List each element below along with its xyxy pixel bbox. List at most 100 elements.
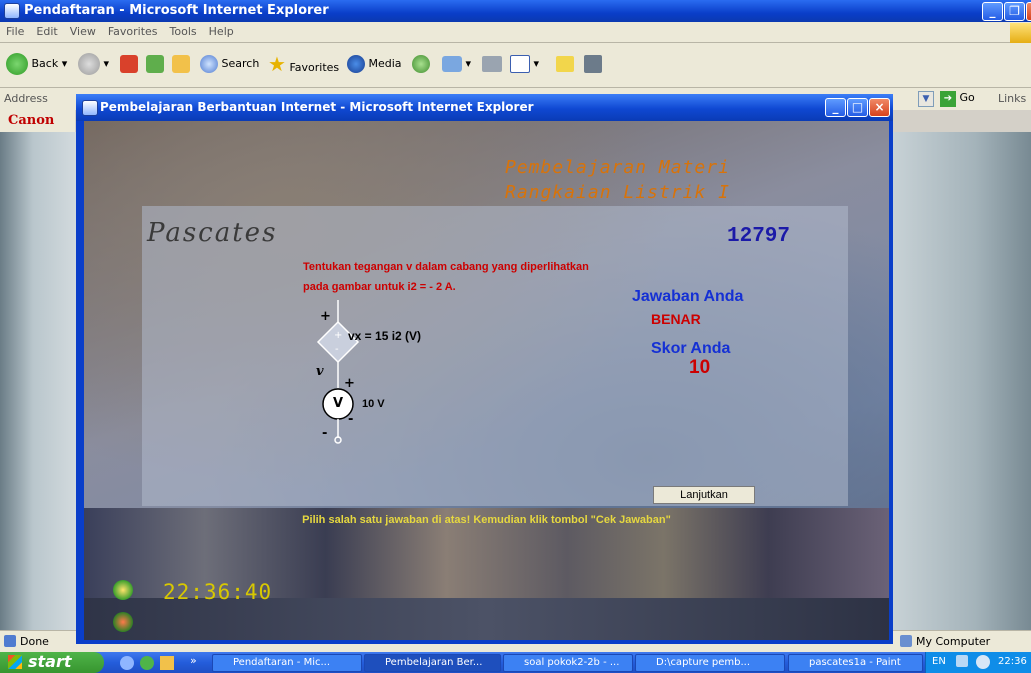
score-value: 10 [689, 357, 711, 378]
print-icon [482, 56, 502, 72]
next-button[interactable]: Lanjutkan [653, 486, 755, 504]
zone-text: My Computer [916, 635, 991, 648]
ie-icon [4, 3, 20, 19]
address-label: Address [4, 92, 48, 105]
menu-help[interactable]: Help [203, 22, 240, 41]
close-icon[interactable]: × [1026, 2, 1031, 21]
menu-tools[interactable]: Tools [164, 22, 203, 41]
dropdown-arrow-icon[interactable]: ▼ [918, 91, 934, 107]
back-arrow-icon [6, 53, 28, 75]
canon-logo: Canon [8, 113, 55, 128]
discuss-button[interactable] [556, 51, 574, 77]
ie-icon [82, 100, 98, 116]
forward-arrow-icon [78, 53, 100, 75]
media-icon [347, 55, 365, 73]
source-symbol: V [333, 396, 344, 411]
page-background-right [892, 132, 1031, 630]
minus-mid: - [348, 412, 354, 427]
lesson-heading-1: Pembelajaran Materi [505, 157, 730, 178]
bottom-bar [84, 598, 889, 640]
taskbar-item-soal[interactable]: soal pokok2-2b - ... [503, 654, 633, 672]
quicklaunch-media-icon[interactable] [140, 656, 154, 670]
start-button[interactable]: start [0, 652, 104, 673]
mail-icon [442, 56, 462, 72]
menu-view[interactable]: View [64, 22, 102, 41]
forward-button[interactable]: ▾ [78, 51, 109, 77]
answer-label: Jawaban Anda [632, 288, 744, 305]
mail-button[interactable]: ▾ [442, 51, 471, 77]
taskbar-item-pendaftaran[interactable]: Pendaftaran - Mic... [212, 654, 362, 672]
outer-window-title: Pendaftaran - Microsoft Internet Explore… [24, 3, 329, 18]
refresh-button[interactable] [146, 51, 164, 77]
search-icon [200, 55, 218, 73]
user-number: 12797 [727, 225, 791, 248]
question-line-2: pada gambar untuk i2 = - 2 A. [303, 281, 456, 293]
diamond-plus: + [334, 330, 343, 341]
taskbar-item-capture[interactable]: D:\capture pemb... [635, 654, 785, 672]
menu-bar: File Edit View Favorites Tools Help [0, 22, 1031, 47]
inner-maximize-icon[interactable]: □ [847, 98, 868, 117]
menu-file[interactable]: File [0, 22, 30, 41]
plus-mid: + [344, 376, 355, 391]
lesson-heading-2: Rangkaian Listrik I [505, 182, 730, 203]
quicklaunch-desktop-icon[interactable] [160, 656, 174, 670]
instruction-text: Pilih salah satu jawaban di atas! Kemudi… [302, 514, 671, 526]
quicklaunch-ie-icon[interactable] [120, 656, 134, 670]
toolbar: Back ▾ ▾ Search ★ Favorites Media ▾ ▾ [0, 43, 1031, 88]
note-icon [556, 56, 574, 72]
section-title: Pascates [147, 218, 278, 248]
edit-button[interactable]: ▾ [510, 51, 539, 77]
dependent-source-label: vx = 15 i2 (V) [348, 329, 422, 343]
word-icon [510, 55, 530, 73]
page-background-left [0, 132, 82, 630]
inner-minimize-icon[interactable]: _ [825, 98, 846, 117]
network-icon[interactable] [956, 655, 968, 667]
system-tray: EN 22:36 [925, 652, 1031, 673]
question-panel [142, 206, 848, 506]
print-button[interactable] [482, 51, 502, 77]
page-icon [4, 635, 16, 647]
history-button[interactable] [412, 51, 430, 77]
go-arrow-icon: ➔ [940, 91, 956, 107]
timer: 22:36:40 [163, 580, 273, 604]
refresh-icon [146, 55, 164, 73]
star-icon: ★ [268, 52, 286, 76]
menu-favorites[interactable]: Favorites [102, 22, 164, 41]
chevron-right-icon[interactable]: » [190, 654, 197, 667]
restore-icon[interactable]: ❐ [1004, 2, 1025, 21]
score-label: Skor Anda [651, 340, 731, 357]
question-line-1: Tentukan tegangan v dalam cabang yang di… [303, 261, 589, 273]
taskbar-item-paint[interactable]: pascates1a - Paint [788, 654, 923, 672]
favorites-button[interactable]: ★ Favorites [268, 51, 339, 77]
go-button[interactable]: ➔ Go [940, 91, 975, 107]
plus-top: + [320, 309, 331, 324]
taskbar-item-pembelajaran[interactable]: Pembelajaran Ber... [364, 654, 501, 672]
menu-edit[interactable]: Edit [30, 22, 63, 41]
inner-window-title: Pembelajaran Berbantuan Internet - Micro… [100, 100, 534, 114]
language-indicator[interactable]: EN [932, 656, 946, 667]
stop-icon [120, 55, 138, 73]
messenger-button[interactable] [584, 51, 602, 77]
stop-button[interactable] [120, 51, 138, 77]
media-button[interactable]: Media [347, 51, 402, 77]
clock: 22:36 [998, 656, 1027, 667]
volume-icon[interactable] [976, 655, 990, 669]
sound-off-icon[interactable] [113, 612, 133, 632]
diamond-minus: - [335, 344, 339, 355]
inner-window-titlebar[interactable]: Pembelajaran Berbantuan Internet - Micro… [76, 94, 893, 121]
minimize-icon[interactable]: _ [982, 2, 1003, 21]
answer-value: BENAR [651, 311, 701, 327]
history-icon [412, 55, 430, 73]
sound-on-icon[interactable] [113, 580, 133, 600]
outer-window-titlebar[interactable]: Pendaftaran - Microsoft Internet Explore… [0, 0, 1031, 22]
minus-bottom: - [322, 426, 328, 441]
home-icon [172, 55, 190, 73]
back-button[interactable]: Back ▾ [6, 51, 67, 77]
links-label[interactable]: Links [998, 92, 1026, 105]
inner-close-icon[interactable]: × [869, 98, 890, 117]
branch-voltage-label: v [316, 364, 324, 379]
home-button[interactable] [172, 51, 190, 77]
search-button[interactable]: Search [200, 51, 259, 77]
canon-bar: Canon [0, 110, 75, 132]
research-icon [584, 55, 602, 73]
